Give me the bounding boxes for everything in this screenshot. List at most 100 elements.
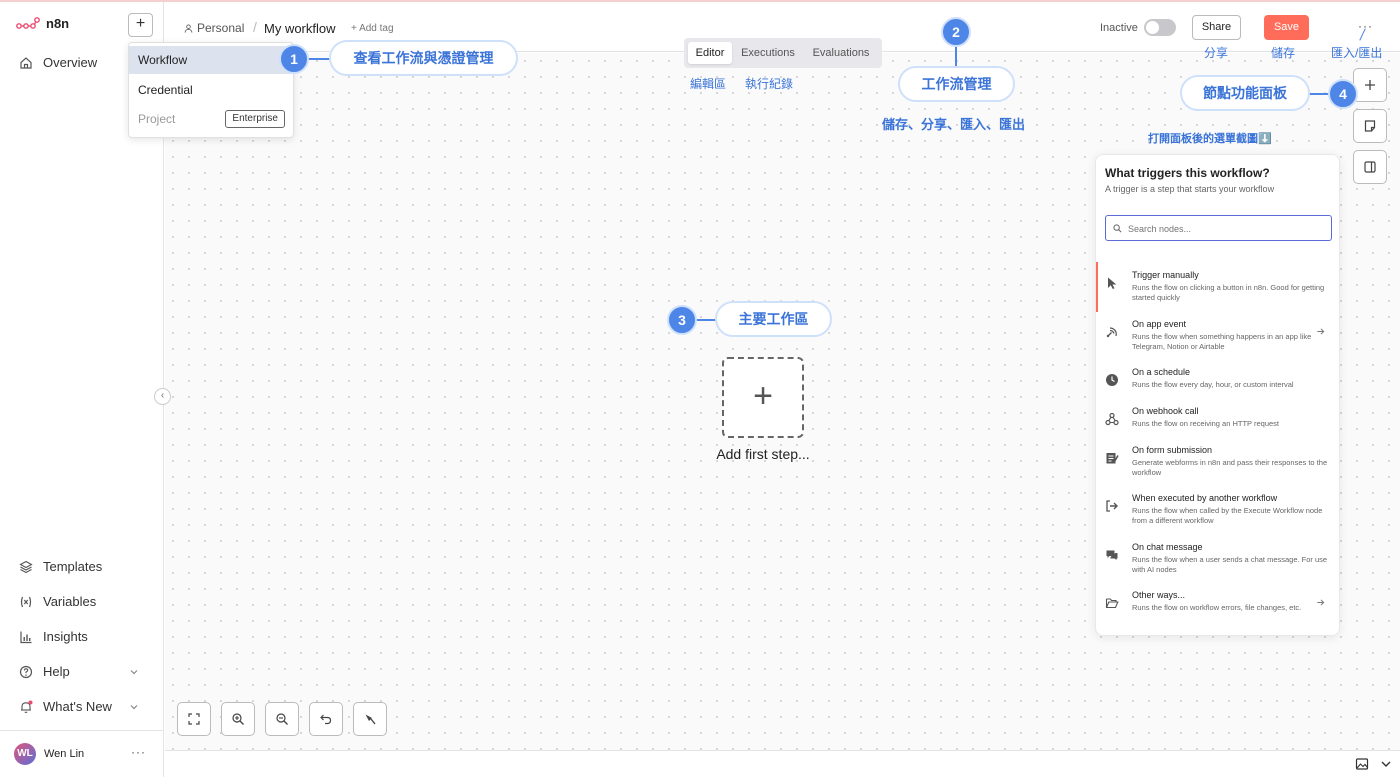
node-title: Other ways...	[1132, 590, 1186, 600]
app-event-icon	[1106, 327, 1117, 338]
node-description: Runs the flow on clicking a button in n8…	[1132, 283, 1325, 302]
sidebar-item-label: Insights	[43, 629, 88, 644]
app-name: n8n	[46, 16, 70, 31]
layers-icon	[19, 560, 33, 573]
save-button[interactable]: Save	[1264, 15, 1309, 40]
menu-item-workflow[interactable]: Workflow	[129, 46, 293, 74]
arrow-right-icon	[1317, 328, 1325, 335]
workflow-name[interactable]: My workflow	[264, 21, 336, 36]
zoom-in-button[interactable]	[221, 702, 255, 736]
breadcrumb-project[interactable]: Personal	[184, 21, 244, 35]
sidebar-item-variables[interactable]: Variables	[19, 594, 139, 609]
webhook-icon	[1105, 412, 1119, 426]
annotation-save: 儲存	[1271, 46, 1296, 60]
bell-icon	[21, 700, 33, 713]
help-icon	[19, 665, 33, 678]
menu-item-project: Project Enterprise	[129, 105, 293, 133]
node-search-input[interactable]	[1128, 220, 1328, 237]
node-title: Trigger manually	[1132, 270, 1199, 280]
annotation-import-export: 匯入/匯出	[1331, 46, 1383, 60]
chat-icon	[1106, 550, 1118, 560]
add-first-step-button[interactable]: +	[722, 357, 804, 438]
add-sticky-note-button[interactable]	[1353, 109, 1387, 143]
panel-right-icon	[1364, 161, 1376, 173]
annotation-connector	[696, 319, 716, 321]
expand-icon	[188, 713, 200, 725]
active-toggle[interactable]	[1144, 19, 1176, 36]
tidy-up-button[interactable]	[353, 702, 387, 736]
tab-editor[interactable]: Editor	[688, 42, 732, 64]
create-new-button[interactable]: +	[128, 13, 153, 37]
bar-chart-icon	[20, 631, 32, 643]
sidebar-item-whats-new[interactable]: What's New	[19, 699, 139, 714]
cursor-icon	[1108, 277, 1117, 289]
enterprise-badge: Enterprise	[225, 110, 285, 128]
fit-view-button[interactable]	[177, 702, 211, 736]
undo-button[interactable]	[309, 702, 343, 736]
sidebar-item-insights[interactable]: Insights	[19, 629, 139, 644]
search-icon	[1113, 224, 1122, 233]
chevron-down-icon	[130, 704, 138, 709]
sidebar-item-label: Templates	[43, 559, 103, 574]
annotation-connector	[1309, 93, 1329, 95]
form-icon	[1106, 453, 1119, 464]
view-tabs: Editor Executions Evaluations	[684, 38, 882, 68]
breadcrumb-separator: /	[253, 19, 257, 35]
node-search-field[interactable]	[1105, 215, 1332, 241]
user-name: Wen Lin	[44, 748, 85, 760]
breadcrumb-label: Personal	[197, 21, 245, 35]
node-title: On app event	[1132, 319, 1187, 329]
user-menu[interactable]: WL Wen Lin ···	[0, 730, 164, 777]
annotation-connector	[308, 58, 330, 60]
user-icon	[184, 23, 193, 33]
annotation-label-1: 查看工作流與憑證管理	[329, 40, 518, 76]
sidebar-item-label: Variables	[43, 594, 97, 609]
sidebar-collapse-button[interactable]: ‹	[154, 388, 171, 405]
logo[interactable]: n8n	[16, 16, 69, 31]
folder-open-icon	[1105, 598, 1119, 609]
user-more-button[interactable]: ···	[131, 745, 146, 759]
zoom-out-button[interactable]	[265, 702, 299, 736]
toggle-knob	[1146, 21, 1159, 34]
sticky-note-icon	[1364, 120, 1376, 132]
sidebar-item-help[interactable]: Help	[19, 664, 139, 679]
image-icon[interactable]	[1355, 757, 1369, 771]
sidebar-item-label: Overview	[43, 55, 98, 70]
add-first-step-label: Add first step...	[716, 446, 810, 462]
home-icon	[20, 56, 32, 69]
node-title: On form submission	[1132, 445, 1213, 455]
node-title: On a schedule	[1132, 367, 1191, 377]
node-description: Runs the flow when called by the Execute…	[1132, 506, 1323, 525]
annotation-executions: 執行紀錄	[745, 77, 794, 91]
tab-executions[interactable]: Executions	[736, 42, 800, 64]
chevron-down-icon[interactable]	[1379, 757, 1393, 771]
open-nodes-panel-button[interactable]	[1353, 68, 1387, 102]
node-description: Runs the flow when something happens in …	[1132, 332, 1312, 351]
annotation-label-3: 主要工作區	[715, 301, 832, 337]
add-tag-button[interactable]: + Add tag	[351, 23, 394, 34]
n8n-logo-icon	[16, 16, 40, 29]
sidebar-item-overview[interactable]: Overview	[19, 55, 139, 70]
node-description: Runs the flow on workflow errors, file c…	[1132, 603, 1302, 612]
share-button[interactable]: Share	[1192, 15, 1241, 40]
panel-subtitle: A trigger is a step that starts your wor…	[1105, 184, 1275, 194]
annotation-editor: 編輯區	[690, 77, 727, 91]
toggle-side-panel-button[interactable]	[1353, 150, 1387, 184]
create-dropdown-menu: Workflow Credential Project Enterprise	[128, 42, 294, 138]
bottom-status-bar	[165, 750, 1400, 777]
sidebar-item-templates[interactable]: Templates	[19, 559, 139, 574]
annotation-sub-2: 儲存、分享、匯入、匯出	[882, 117, 1026, 132]
trigger-nodes-panel: What triggers this workflow? A trigger i…	[1095, 154, 1340, 636]
chevron-down-icon	[130, 669, 138, 674]
variable-icon	[20, 596, 32, 607]
active-status-label: Inactive	[1100, 22, 1138, 34]
node-description: Runs the flow every day, hour, or custom…	[1132, 380, 1294, 389]
annotation-share: 分享	[1204, 46, 1229, 60]
annotation-number-3: 3	[667, 305, 697, 335]
annotation-label-2: 工作流管理	[898, 66, 1015, 102]
tab-evaluations[interactable]: Evaluations	[806, 42, 876, 64]
menu-item-credential[interactable]: Credential	[129, 76, 293, 104]
menu-item-label: Project	[138, 112, 176, 126]
workflow-more-button[interactable]: ···	[1358, 19, 1373, 33]
broom-icon	[365, 714, 376, 725]
